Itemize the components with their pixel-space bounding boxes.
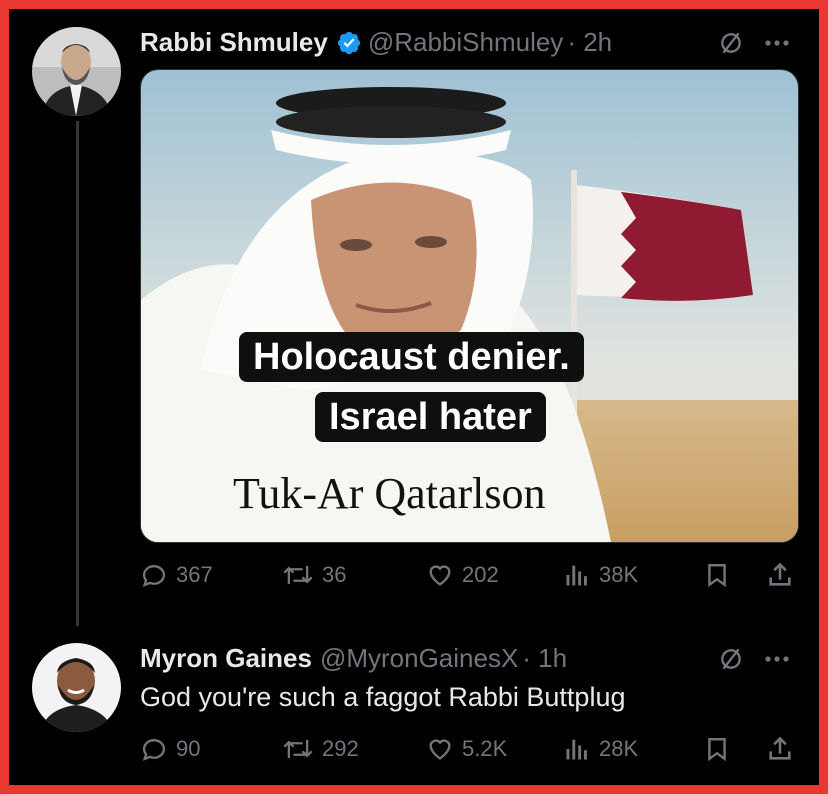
tweet1-time[interactable]: · 2h: [567, 27, 612, 58]
thread-connector-line: [76, 121, 79, 626]
tweet1-actions: 367 36 202 38K: [140, 561, 800, 595]
views-icon: [566, 739, 587, 760]
views-button[interactable]: 28K: [563, 735, 638, 763]
like-count: 202: [462, 562, 499, 587]
like-count: 5.2K: [462, 736, 508, 761]
tweet2-header: Myron Gaines @MyronGainesX · 1h: [140, 643, 567, 674]
views-count: 28K: [599, 736, 639, 761]
avatar-myron-gaines[interactable]: [32, 643, 121, 732]
tweet1-author-name[interactable]: Rabbi Shmuley: [140, 27, 328, 58]
views-icon: [566, 565, 587, 586]
tweet1-handle[interactable]: @RabbiShmuley: [368, 27, 563, 58]
reply-button[interactable]: 367: [140, 561, 213, 589]
reply-button[interactable]: 90: [140, 735, 200, 763]
views-button[interactable]: 38K: [563, 561, 638, 589]
like-button[interactable]: 202: [426, 561, 499, 589]
like-icon: [429, 739, 451, 760]
tweet2-handle[interactable]: @MyronGainesX: [320, 643, 518, 674]
repost-button[interactable]: 36: [282, 561, 346, 589]
repost-count: 36: [322, 562, 347, 587]
tweet1-header: Rabbi Shmuley @RabbiShmuley · 2h: [140, 27, 612, 58]
avatar-rabbi-shmuley[interactable]: [32, 27, 121, 116]
reply-count: 367: [176, 562, 213, 587]
repost-button[interactable]: 292: [282, 735, 359, 763]
like-button[interactable]: 5.2K: [426, 735, 507, 763]
repost-icon: [283, 565, 313, 585]
like-icon: [429, 565, 451, 586]
tweet2-actions: 90 292 5.2K 28K: [140, 735, 800, 769]
bookmark-icon: [708, 738, 726, 762]
grok-icon[interactable]: [715, 643, 747, 675]
share-icon: [769, 562, 791, 586]
share-button[interactable]: [766, 735, 794, 763]
thread-frame: Rabbi Shmuley @RabbiShmuley · 2h Holocau…: [9, 9, 819, 785]
tweet2-author-name[interactable]: Myron Gaines: [140, 643, 312, 674]
image-signature: Tuk-Ar Qatarlson: [233, 469, 546, 518]
reply-count: 90: [176, 736, 201, 761]
bookmark-button[interactable]: [704, 735, 730, 763]
tweet2-text: God you're such a faggot Rabbi Buttplug: [140, 682, 626, 712]
views-count: 38K: [599, 562, 639, 587]
share-button[interactable]: [766, 561, 794, 589]
more-icon[interactable]: [761, 643, 793, 675]
repost-count: 292: [322, 736, 359, 761]
image-caption-line2: Israel hater: [315, 392, 546, 442]
grok-icon[interactable]: [715, 27, 747, 59]
tweet1-image[interactable]: Holocaust denier. Israel hater Tuk-Ar Qa…: [140, 69, 799, 543]
reply-icon: [142, 739, 166, 761]
bookmark-button[interactable]: [704, 561, 730, 589]
reply-icon: [142, 565, 166, 587]
share-icon: [769, 736, 791, 760]
more-icon[interactable]: [761, 27, 793, 59]
image-caption-line1: Holocaust denier.: [239, 332, 584, 382]
bookmark-icon: [708, 564, 726, 588]
verified-badge-icon: [336, 30, 362, 56]
tweet2-time[interactable]: · 1h: [522, 643, 567, 674]
repost-icon: [283, 739, 313, 759]
